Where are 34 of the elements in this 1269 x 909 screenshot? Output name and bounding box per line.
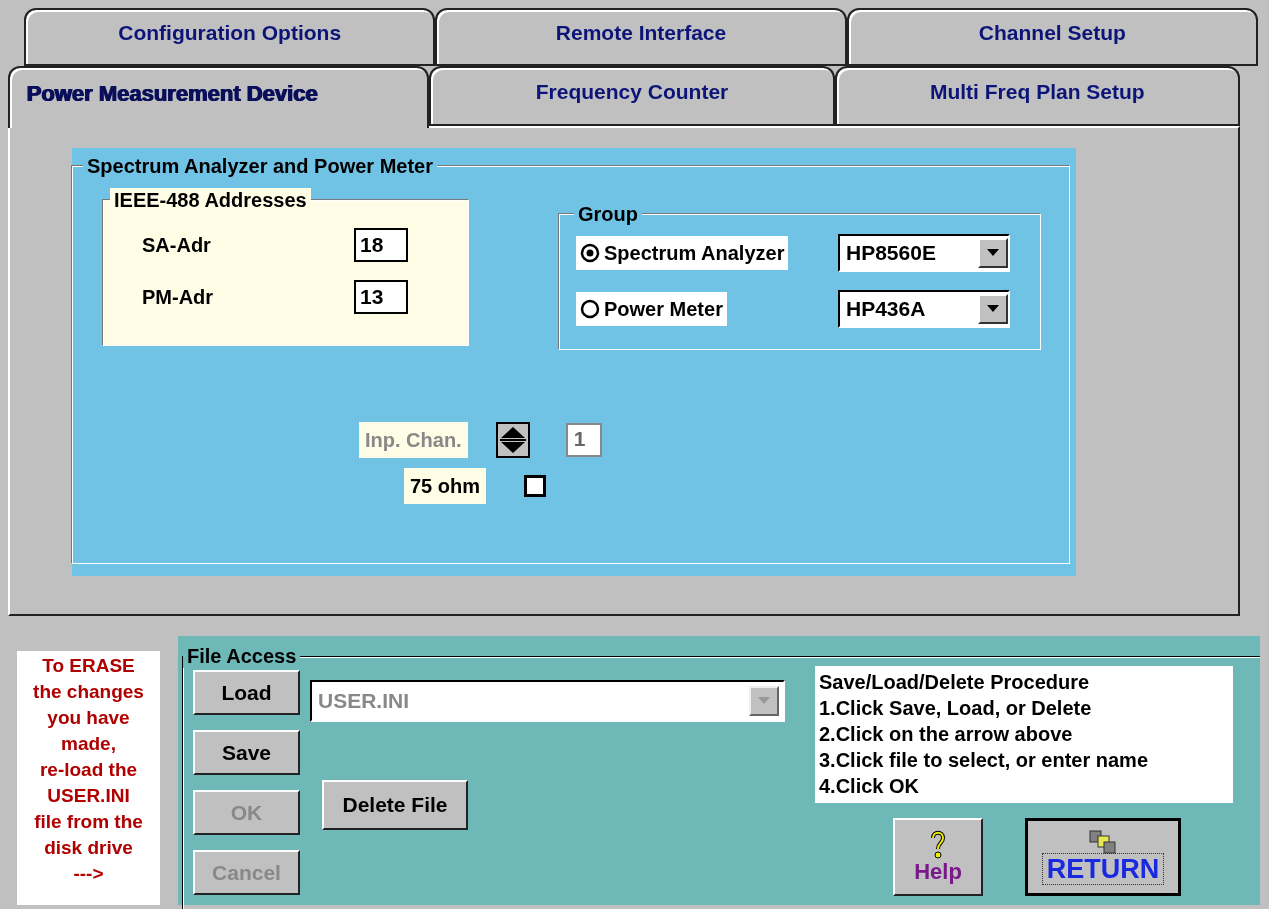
- caret-icon: [758, 697, 770, 705]
- field-label: SA-Adr: [142, 233, 212, 257]
- erase-note: To ERASE the changes you have made, re-load the USER.INI file from the disk drive --->: [17, 651, 160, 905]
- tab[interactable]: Remote Interface: [435, 8, 847, 66]
- question-mark-icon: [930, 829, 946, 859]
- radio-option[interactable]: Spectrum Analyzer: [576, 236, 789, 270]
- field-label: Inp. Chan.: [359, 422, 468, 458]
- return-button[interactable]: RETURN: [1025, 818, 1181, 896]
- caret-icon: [987, 249, 999, 257]
- delete-button[interactable]: Delete File: [322, 780, 468, 830]
- field-label: PM-Adr: [142, 285, 215, 309]
- help-button[interactable]: Help: [893, 818, 983, 896]
- checkbox-label: 75 ohm: [404, 468, 487, 504]
- radio-option[interactable]: Power Meter: [576, 292, 727, 326]
- tab[interactable]: Multi Freq Plan Setup: [834, 66, 1240, 126]
- instruction-step: 2.Click on the arrow above: [819, 721, 1229, 747]
- instruction-step: 4.Click OK: [819, 773, 1229, 799]
- action-button[interactable]: Save: [193, 730, 300, 775]
- squares-icon: [1088, 830, 1118, 854]
- tab[interactable]: Power Measurement Device: [8, 66, 430, 128]
- spinner-icon[interactable]: [495, 422, 530, 458]
- instruction-step: 3.Click file to select, or enter name: [819, 747, 1229, 773]
- instruction-step: 1.Click Save, Load, or Delete: [819, 695, 1229, 721]
- instructions-title: Save/Load/Delete Procedure: [819, 670, 1091, 695]
- action-button[interactable]: Load: [193, 670, 300, 715]
- caret-icon: [987, 305, 999, 313]
- dropdown[interactable]: HP8560E: [838, 234, 1010, 272]
- tab[interactable]: Channel Setup: [846, 8, 1258, 66]
- input-field[interactable]: 18: [354, 228, 408, 262]
- tab[interactable]: Configuration Options: [24, 8, 436, 66]
- tab[interactable]: Frequency Counter: [429, 66, 835, 126]
- input-field[interactable]: 13: [354, 280, 408, 314]
- checkbox[interactable]: [524, 475, 547, 497]
- dropdown[interactable]: HP436A: [838, 290, 1010, 328]
